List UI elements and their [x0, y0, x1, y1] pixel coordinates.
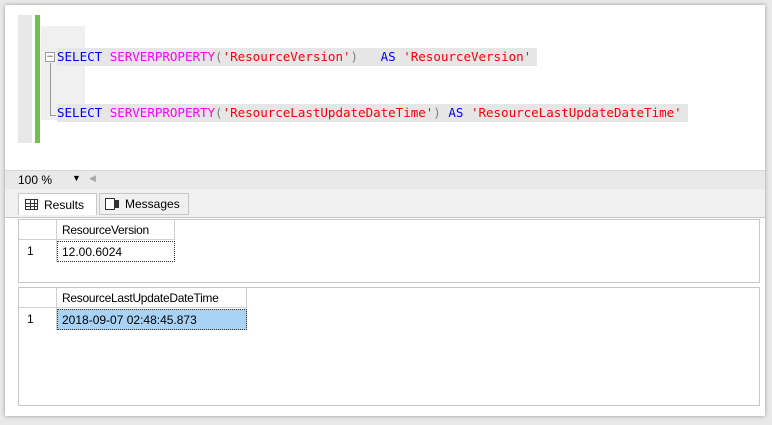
messages-icon — [105, 198, 119, 210]
grid-corner[interactable] — [19, 288, 57, 308]
outline-guide — [50, 63, 51, 115]
zoom-dropdown[interactable]: 100 % ▼ — [14, 173, 81, 187]
grid-icon — [25, 199, 38, 210]
paren-open: ( — [215, 105, 223, 120]
string-argument: 'ResourceLastUpdateDateTime' — [222, 105, 434, 120]
editor-margin — [18, 15, 32, 143]
row-number[interactable]: 1 — [19, 308, 57, 330]
change-tracking-bar — [35, 15, 40, 143]
keyword-as: AS — [380, 49, 396, 64]
query-editor[interactable]: − SELECT SERVERPROPERTY('ResourceVersion… — [5, 5, 765, 170]
scroll-left-icon[interactable]: ◀ — [89, 173, 96, 184]
result-grid-1[interactable]: ResourceVersion 1 12.00.6024 — [18, 219, 760, 283]
tab-results[interactable]: Results — [18, 193, 97, 215]
results-tab-strip: Results Messages — [5, 189, 765, 218]
zoom-bar: 100 % ▼ ◀ — [5, 170, 765, 189]
tab-messages-label: Messages — [125, 197, 180, 211]
string-argument: 'ResourceVersion' — [222, 49, 351, 64]
keyword-select: SELECT — [57, 105, 103, 120]
column-header[interactable]: ResourceVersion — [57, 220, 175, 240]
function-serverproperty: SERVERPROPERTY — [109, 105, 216, 120]
column-header[interactable]: ResourceLastUpdateDateTime — [57, 288, 247, 308]
outline-guide-end — [50, 115, 56, 116]
function-serverproperty: SERVERPROPERTY — [109, 49, 216, 64]
chevron-down-icon[interactable]: ▼ — [72, 173, 81, 183]
query-line-2[interactable]: SELECT SERVERPROPERTY('ResourceLastUpdat… — [57, 104, 688, 122]
keyword-as: AS — [448, 105, 464, 120]
result-cell[interactable]: 12.00.6024 — [57, 241, 175, 262]
ssms-window: − SELECT SERVERPROPERTY('ResourceVersion… — [5, 5, 765, 416]
string-alias: 'ResourceVersion' — [403, 49, 532, 64]
result-cell[interactable]: 2018-09-07 02:48:45.873 — [57, 309, 247, 330]
result-grid-2[interactable]: ResourceLastUpdateDateTime 1 2018-09-07 … — [18, 287, 760, 406]
row-number[interactable]: 1 — [19, 240, 57, 262]
tab-messages[interactable]: Messages — [99, 193, 189, 215]
tab-results-label: Results — [44, 197, 85, 212]
zoom-value: 100 % — [18, 173, 53, 187]
string-alias: 'ResourceLastUpdateDateTime' — [470, 105, 682, 120]
grid-corner[interactable] — [19, 220, 57, 240]
paren-close: ) — [350, 49, 359, 64]
paren-close: ) — [433, 105, 441, 120]
keyword-select: SELECT — [57, 49, 103, 64]
paren-open: ( — [215, 49, 223, 64]
query-line-1[interactable]: SELECT SERVERPROPERTY('ResourceVersion')… — [57, 48, 538, 66]
collapse-icon[interactable]: − — [45, 52, 55, 62]
